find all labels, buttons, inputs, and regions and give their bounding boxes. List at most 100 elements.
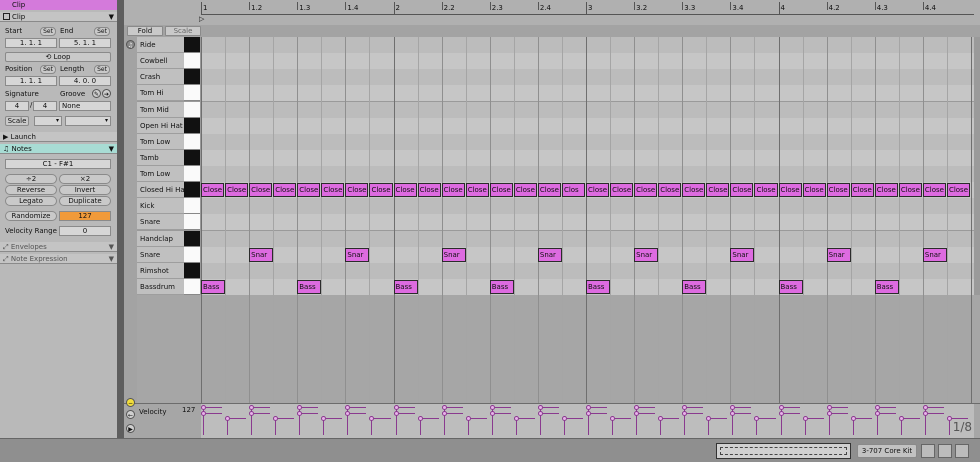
- velocity-bar[interactable]: [759, 418, 776, 419]
- midi-note[interactable]: Close: [273, 183, 297, 198]
- midi-note[interactable]: Close: [489, 183, 513, 198]
- velocity-bar[interactable]: [254, 407, 271, 408]
- velocity-bar[interactable]: [783, 413, 800, 414]
- velocity-bar[interactable]: [639, 407, 656, 408]
- velocity-bar[interactable]: [951, 418, 968, 419]
- groove-edit-icon[interactable]: ✎: [92, 89, 101, 98]
- midi-note[interactable]: Clos: [561, 183, 585, 198]
- piano-key[interactable]: [184, 101, 200, 118]
- velocity-bar[interactable]: [446, 407, 463, 408]
- piano-key[interactable]: [184, 198, 200, 215]
- midi-note[interactable]: Bass: [874, 279, 899, 294]
- velocity-bar[interactable]: [278, 418, 295, 419]
- midi-note[interactable]: Close: [634, 183, 658, 198]
- scale-root-dropdown[interactable]: ▾: [34, 116, 62, 126]
- velocity-bar[interactable]: [206, 413, 223, 414]
- velocity-bar[interactable]: [615, 418, 632, 419]
- grid-resolution-label[interactable]: 1/8: [953, 420, 972, 434]
- invert-button[interactable]: Invert: [59, 185, 111, 195]
- note-lane-row[interactable]: [201, 166, 974, 182]
- midi-note[interactable]: Close: [249, 183, 273, 198]
- midi-note[interactable]: Bass: [393, 279, 418, 294]
- velocity-bar[interactable]: [783, 407, 800, 408]
- velocity-bar[interactable]: [735, 413, 752, 414]
- velocity-bar[interactable]: [230, 418, 247, 419]
- note-lane-row[interactable]: [201, 117, 974, 134]
- velocity-bar[interactable]: [807, 418, 824, 419]
- duplicate-button[interactable]: Duplicate: [59, 196, 111, 206]
- end-set-button[interactable]: Set: [94, 27, 110, 36]
- collapse-arrow-icon[interactable]: ▼: [109, 254, 114, 264]
- velocity-bar[interactable]: [326, 418, 343, 419]
- midi-note[interactable]: Close: [393, 183, 417, 198]
- midi-note[interactable]: Snar: [249, 247, 274, 262]
- lane-expand-icon[interactable]: −: [126, 398, 135, 407]
- velocity-bar[interactable]: [350, 413, 367, 414]
- midi-note[interactable]: Close: [730, 183, 754, 198]
- position-field[interactable]: 1. 1. 1: [5, 76, 57, 86]
- velocity-bar[interactable]: [422, 418, 439, 419]
- velocity-bar[interactable]: [687, 407, 704, 408]
- notes-section-header[interactable]: ♫ Notes ▼: [0, 144, 117, 154]
- note-lane-row[interactable]: [201, 69, 974, 86]
- midi-note[interactable]: Snar: [922, 247, 947, 262]
- velocity-bar[interactable]: [494, 413, 511, 414]
- velocity-bar[interactable]: [542, 407, 559, 408]
- device-title[interactable]: 3-707 Core Kit: [857, 444, 917, 458]
- detail-view-icon[interactable]: [955, 444, 969, 458]
- collapse-arrow-icon[interactable]: ▼: [109, 144, 114, 154]
- midi-note[interactable]: Close: [850, 183, 874, 198]
- note-lane-row[interactable]: [201, 149, 974, 166]
- beat-ruler[interactable]: 1 1.2 1.3 1.4 2 2.2 2.3 2.4 3 3.2 3.3 3.4 4 4.2 4.3 4.4…: [124, 0, 980, 25]
- midi-note[interactable]: Snar: [826, 247, 851, 262]
- midi-note[interactable]: Close: [417, 183, 441, 198]
- loop-start-marker-icon[interactable]: ▷: [199, 15, 204, 23]
- midi-note[interactable]: Close: [369, 183, 393, 198]
- groove-hot-swap-icon[interactable]: ➔: [102, 89, 111, 98]
- midi-note[interactable]: Close: [201, 183, 225, 198]
- lane-play-icon[interactable]: ▶: [126, 424, 135, 433]
- midi-note[interactable]: Bass: [201, 279, 226, 294]
- overview-strip[interactable]: [716, 443, 851, 459]
- signature-denominator-field[interactable]: 4: [33, 101, 57, 111]
- length-field[interactable]: 4. 0. 0: [59, 76, 111, 86]
- velocity-bar[interactable]: [831, 413, 848, 414]
- collapse-arrow-icon[interactable]: ▼: [109, 12, 114, 22]
- velocity-bar[interactable]: [639, 413, 656, 414]
- midi-note[interactable]: Close: [754, 183, 778, 198]
- midi-note[interactable]: Bass: [682, 279, 707, 294]
- midi-note[interactable]: Close: [946, 183, 970, 198]
- midi-note[interactable]: Close: [682, 183, 706, 198]
- velocity-bar[interactable]: [302, 407, 319, 408]
- velocity-range-field[interactable]: 0: [59, 226, 111, 236]
- velocity-editor[interactable]: [201, 404, 974, 438]
- midi-note[interactable]: Close: [706, 183, 730, 198]
- midi-note[interactable]: Close: [778, 183, 802, 198]
- midi-note[interactable]: Snar: [345, 247, 370, 262]
- note-lane-row[interactable]: [201, 85, 974, 102]
- piano-key[interactable]: [184, 69, 200, 86]
- note-lane-row[interactable]: [201, 53, 974, 70]
- velocity-bar[interactable]: [855, 418, 872, 419]
- launch-section-header[interactable]: ▶ Launch: [0, 132, 117, 142]
- velocity-bar[interactable]: [494, 407, 511, 408]
- piano-key[interactable]: [184, 246, 200, 263]
- collapse-arrow-icon[interactable]: ▼: [109, 242, 114, 252]
- velocity-bar[interactable]: [398, 407, 415, 408]
- midi-note[interactable]: Snar: [537, 247, 562, 262]
- piano-key[interactable]: [184, 53, 200, 70]
- midi-note[interactable]: Close: [225, 183, 249, 198]
- velocity-bar[interactable]: [927, 407, 944, 408]
- midi-note[interactable]: Close: [802, 183, 826, 198]
- scale-highlight-button[interactable]: Scale: [165, 26, 201, 36]
- velocity-bar[interactable]: [687, 413, 704, 414]
- note-expression-section-header[interactable]: ⤢ Note Expression ▼: [0, 254, 117, 264]
- midi-note[interactable]: Close: [345, 183, 369, 198]
- randomize-button[interactable]: Randomize: [5, 211, 57, 221]
- midi-note[interactable]: Close: [610, 183, 634, 198]
- position-set-button[interactable]: Set: [40, 65, 56, 74]
- clip-section-header[interactable]: Clip ▼: [0, 12, 117, 22]
- velocity-bar[interactable]: [350, 407, 367, 408]
- piano-key[interactable]: [184, 182, 200, 199]
- loop-button[interactable]: ⟲ Loop: [5, 52, 111, 62]
